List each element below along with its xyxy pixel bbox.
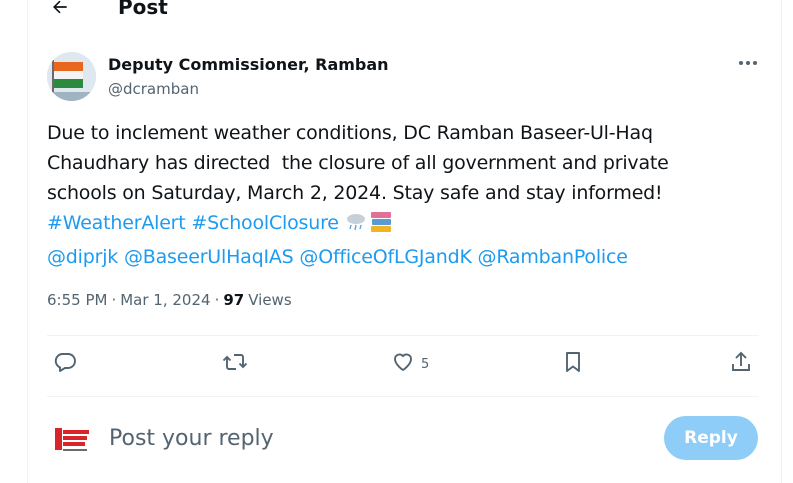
share-button[interactable] xyxy=(729,350,753,379)
views-label: Views xyxy=(248,291,292,309)
hashtag-link[interactable]: #WeatherAlert xyxy=(47,212,186,234)
post-time[interactable]: 6:55 PM xyxy=(47,291,107,309)
books-emoji xyxy=(369,211,393,242)
like-count: 5 xyxy=(421,357,430,372)
page-title: Post xyxy=(118,0,168,19)
mentions-line: @diprjk @BaseerUlHaqIAS @OfficeOfLGJandK… xyxy=(47,242,747,272)
meta-separator: · xyxy=(111,291,117,309)
views-count: 97 xyxy=(223,291,245,309)
repost-button[interactable] xyxy=(222,350,248,379)
avatar[interactable] xyxy=(47,52,96,101)
hashtag-link[interactable]: #SchoolClosure xyxy=(191,212,339,234)
post-date[interactable]: Mar 1, 2024 xyxy=(120,291,210,309)
meta-separator: · xyxy=(214,291,220,309)
author-handle[interactable]: @dcramban xyxy=(108,80,199,98)
reply-button[interactable] xyxy=(53,350,77,379)
bookmark-button[interactable] xyxy=(561,350,585,379)
hashtag-line: #WeatherAlert #SchoolClosure xyxy=(47,208,747,242)
post-header: Post xyxy=(48,0,168,22)
like-button[interactable]: 5 xyxy=(391,350,429,379)
mention-link[interactable]: @BaseerUlHaqIAS xyxy=(124,246,294,268)
reply-submit-button[interactable]: Reply xyxy=(664,416,758,460)
tweet-line: Chaudhary has directed the closure of al… xyxy=(47,152,669,174)
divider xyxy=(47,335,759,336)
more-icon[interactable] xyxy=(736,53,760,73)
user-avatar[interactable] xyxy=(53,424,91,456)
post-meta: 6:55 PM · Mar 1, 2024 · 97 Views xyxy=(47,291,292,309)
tweet-line: Due to inclement weather conditions, DC … xyxy=(47,122,653,144)
reply-icon xyxy=(53,350,77,379)
retweet-icon xyxy=(222,350,248,379)
tweet-text: Due to inclement weather conditions, DC … xyxy=(47,118,747,272)
mention-link[interactable]: @diprjk xyxy=(47,246,118,268)
mention-link[interactable]: @RambanPolice xyxy=(478,246,628,268)
rain-cloud-emoji xyxy=(345,211,367,241)
divider xyxy=(47,396,759,397)
reply-composer: Reply xyxy=(47,410,759,470)
mention-link[interactable]: @OfficeOfLGJandK xyxy=(299,246,472,268)
tweet-line: schools on Saturday, March 2, 2024. Stay… xyxy=(47,182,663,204)
back-arrow-icon[interactable] xyxy=(48,0,72,19)
like-icon xyxy=(391,350,415,379)
bookmark-icon xyxy=(561,350,585,379)
share-icon xyxy=(729,350,753,379)
reply-input[interactable] xyxy=(109,426,609,451)
action-bar: 5 xyxy=(47,346,759,382)
author-name[interactable]: Deputy Commissioner, Ramban xyxy=(108,55,389,74)
